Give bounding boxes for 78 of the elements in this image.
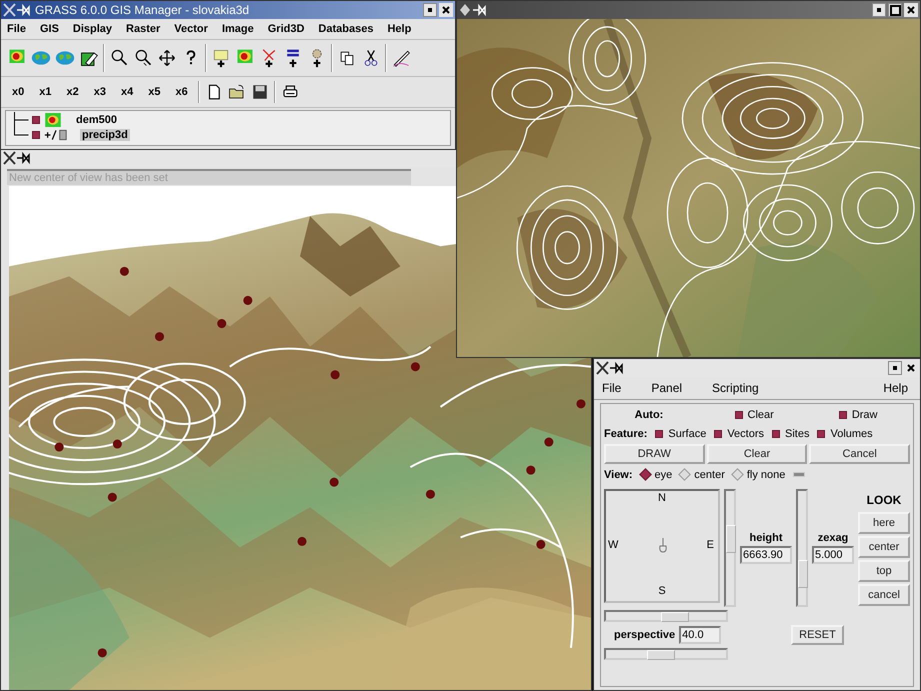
feature-checkbox[interactable]: Volumes	[817, 428, 873, 440]
layer-checkbox[interactable]	[32, 130, 40, 138]
feature-checkbox[interactable]: Sites	[772, 428, 810, 440]
slider-thumb[interactable]	[726, 525, 736, 554]
auto-checkbox[interactable]: Clear	[734, 408, 774, 420]
feature-checkbox[interactable]: Surface	[655, 428, 706, 440]
look-button[interactable]: top	[858, 560, 910, 582]
height-field[interactable]: 6663.90	[740, 546, 792, 564]
action-button[interactable]: Cancel	[809, 444, 910, 464]
zexag-label: zexag	[818, 532, 848, 544]
layer-checkbox[interactable]	[32, 116, 40, 124]
window-menu-icon[interactable]	[3, 151, 31, 165]
compass-label: S	[658, 585, 666, 597]
minimize-icon[interactable]	[423, 3, 437, 17]
menu-item[interactable]: Panel	[651, 381, 682, 395]
action-button[interactable]: Clear	[706, 444, 808, 464]
menu-item[interactable]: Help	[387, 23, 412, 35]
minimize-icon[interactable]	[872, 3, 886, 17]
window-title: GRASS 6.0.0 GIS Manager - slovakia3d	[35, 3, 250, 17]
menu-item[interactable]: Image	[222, 23, 254, 35]
minimize-icon[interactable]	[888, 361, 902, 375]
compass-label: N	[658, 492, 666, 504]
monitor-button[interactable]: x3	[88, 86, 111, 98]
monitor-button[interactable]: x5	[143, 86, 166, 98]
menu-item[interactable]: Vector	[174, 23, 208, 35]
monitor-button[interactable]: x6	[170, 86, 193, 98]
volume-layer-icon	[43, 128, 69, 142]
add-folder-icon[interactable]	[211, 48, 231, 68]
auto-checkbox[interactable]: Draw	[838, 408, 878, 420]
window-menu-icon[interactable]	[3, 3, 31, 17]
view-label: View:	[604, 468, 633, 480]
reset-button[interactable]: RESET	[791, 625, 844, 645]
feature-checkbox[interactable]: Vectors	[714, 428, 764, 440]
layer-name[interactable]: precip3d	[80, 128, 130, 140]
menu-item[interactable]: Display	[72, 23, 112, 35]
zoom-in-icon[interactable]	[109, 48, 129, 68]
action-button[interactable]: DRAW	[604, 444, 705, 464]
zexag-field[interactable]: 5.000	[812, 546, 854, 564]
menu-item[interactable]: Scripting	[712, 381, 759, 395]
feature-label: Feature:	[604, 428, 648, 440]
auto-label: Auto:	[634, 408, 664, 420]
height-label: height	[750, 532, 782, 544]
window-menu-icon[interactable]	[459, 3, 487, 17]
view-radio[interactable]: eye	[640, 468, 672, 480]
save-icon[interactable]	[250, 83, 269, 101]
slider-thumb[interactable]	[661, 612, 690, 622]
menu-item[interactable]: Help	[883, 381, 908, 395]
slider-thumb[interactable]	[647, 650, 676, 660]
slider-thumb[interactable]	[798, 560, 808, 588]
look-button[interactable]: center	[858, 536, 910, 558]
raster-layer-icon	[43, 112, 63, 126]
look-label: LOOK	[866, 493, 902, 507]
look-button[interactable]: cancel	[858, 584, 910, 606]
view-radio[interactable]: fly none	[732, 468, 786, 480]
monitor-button[interactable]: x0	[7, 86, 30, 98]
hand-cursor-icon	[656, 536, 669, 552]
perspective-field[interactable]: 40.0	[679, 626, 722, 644]
look-button[interactable]: here	[858, 512, 910, 534]
zoom-out-icon[interactable]	[133, 48, 153, 68]
monitor-button[interactable]: x4	[116, 86, 138, 98]
menu-item[interactable]: Grid3D	[268, 23, 304, 35]
view-radio[interactable]: center	[680, 468, 725, 480]
menu-item[interactable]: Raster	[126, 23, 160, 35]
maximize-icon[interactable]	[888, 3, 902, 17]
menu-item[interactable]: File	[7, 23, 26, 35]
perspective-label: perspective	[614, 629, 676, 641]
pencil-icon[interactable]	[391, 48, 411, 68]
menu-item[interactable]: Databases	[318, 23, 374, 35]
open-folder-icon[interactable]	[228, 83, 246, 101]
window-menu-icon[interactable]	[596, 361, 624, 375]
pan-icon[interactable]	[157, 48, 177, 68]
monitor-button[interactable]: x2	[62, 86, 84, 98]
compass-label: E	[706, 538, 714, 550]
menu-item[interactable]: GIS	[40, 23, 59, 35]
compass-label: W	[608, 538, 618, 550]
menu-item[interactable]: File	[602, 381, 622, 395]
layer-name[interactable]: dem500	[74, 114, 119, 126]
monitor-button[interactable]: x1	[34, 86, 56, 98]
